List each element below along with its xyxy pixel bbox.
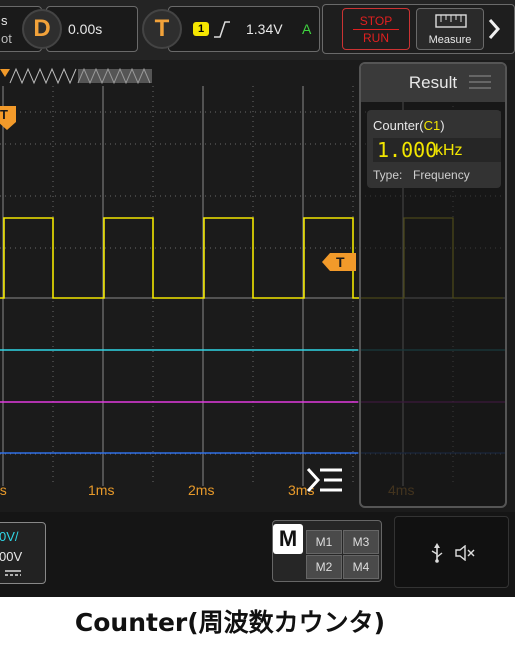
panel-menu-icon[interactable]: [469, 74, 491, 90]
speaker-muted-icon[interactable]: [455, 545, 477, 561]
usb-icon: [431, 543, 443, 563]
frequency-value: 1.000: [377, 138, 438, 162]
trigger-t-icon[interactable]: T: [142, 9, 182, 49]
counter-result-card[interactable]: Counter(C1) 1.000 kHz Type: Frequency: [367, 110, 501, 188]
math-m1-button[interactable]: M1: [306, 530, 342, 554]
stop-label: STOP: [359, 14, 393, 28]
top-bar: s ot D 0.00s T 1 1.34V A STOP RUN Measur: [0, 0, 515, 60]
channel-scale-box[interactable]: 0V/ 00V: [0, 522, 46, 584]
frequency-unit: kHz: [435, 142, 463, 159]
trigger-box[interactable]: [168, 6, 320, 52]
stop-run-divider: [353, 29, 399, 30]
counter-title-suffix: ): [440, 118, 445, 133]
delay-d-icon[interactable]: D: [22, 9, 62, 49]
timebase-partial-mode: ot: [1, 31, 12, 46]
counter-channel: C1: [423, 118, 441, 133]
channel-offset-partial: 00V: [0, 549, 23, 564]
timebase-partial-text: s: [1, 13, 8, 28]
math-m4-button[interactable]: M4: [343, 555, 379, 579]
trigger-level: 1.34V: [246, 21, 283, 37]
delay-value: 0.00s: [68, 21, 103, 37]
trigger-mode: A: [302, 21, 312, 37]
rising-edge-icon: [214, 21, 230, 38]
time-label-2: 2ms: [188, 482, 215, 498]
status-icons-box: [394, 516, 509, 588]
caption: Counter(周波数カウンタ): [74, 608, 386, 637]
channel-scale-partial: 0V/: [0, 529, 19, 544]
oscilloscope-screen: s ot D 0.00s T 1 1.34V A STOP RUN Measur: [0, 0, 515, 597]
run-label: RUN: [363, 31, 389, 45]
trigger-level-marker-label: T: [336, 254, 345, 270]
trigger-position-marker: [0, 69, 10, 77]
result-panel: Result Counter(C1) 1.000 kHz Type: Frequ…: [359, 62, 507, 508]
time-label-0: 0s: [0, 482, 7, 498]
type-value: Frequency: [413, 168, 470, 182]
math-m-icon[interactable]: M: [273, 524, 303, 554]
counter-title-prefix: Counter(: [373, 118, 424, 133]
chevron-right-icon[interactable]: [487, 18, 501, 40]
menu-collapse-icon[interactable]: [306, 466, 344, 494]
trigger-channel-badge: 1: [193, 22, 209, 36]
type-label: Type:: [373, 168, 403, 182]
ruler-icon: [435, 14, 467, 28]
bottom-bar: 0V/ 00V M M1 M3 M2 M4: [0, 512, 515, 597]
measure-button[interactable]: Measure: [416, 8, 484, 50]
channel-marker-label: T: [0, 107, 8, 122]
result-title-text: Result: [408, 73, 458, 92]
time-label-1: 1ms: [88, 482, 115, 498]
coupling-icon: [5, 570, 21, 576]
stop-run-button[interactable]: STOP RUN: [342, 8, 410, 50]
counter-title: Counter(C1): [373, 118, 445, 133]
math-m2-button[interactable]: M2: [306, 555, 342, 579]
math-m3-button[interactable]: M3: [343, 530, 379, 554]
measure-label: Measure: [428, 34, 472, 46]
channel-1-square-wave: [0, 217, 360, 299]
trigger-position-strip[interactable]: [0, 66, 360, 86]
